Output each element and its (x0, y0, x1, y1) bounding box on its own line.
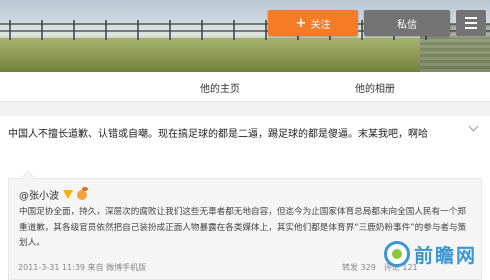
follow-label: 关注 (310, 19, 331, 31)
repost-count[interactable]: 转发 329 (342, 262, 376, 273)
cover-grass (0, 38, 490, 72)
follow-button[interactable]: + 关注 (268, 10, 358, 36)
watermark-logo-icon (384, 241, 410, 267)
tab-album[interactable]: 他的相册 (355, 80, 395, 95)
profile-tabs: 他的主页 他的相册 (0, 72, 490, 102)
plus-icon: + (295, 15, 307, 31)
message-label: 私信 (397, 19, 417, 31)
post-text: 中国人不擅长道歉、认错或自嘲。现在搞足球的都是二逼，踢足球的都是傻逼。末某我吧，… (8, 129, 428, 140)
menu-icon (465, 17, 477, 19)
section-divider (0, 102, 490, 116)
watermark: 前瞻网 (384, 234, 488, 274)
watermark-text: 前瞻网 (414, 244, 478, 267)
repost-author[interactable]: @张小波 (19, 187, 59, 202)
repost-author-row: @张小波 (19, 186, 88, 202)
message-button[interactable]: 私信 (364, 10, 450, 36)
chevron-down-icon[interactable] (468, 121, 479, 132)
member-badge-icon (77, 186, 88, 200)
cover-banner: + 关注 私信 (0, 0, 490, 72)
verified-icon (63, 190, 73, 199)
tab-home[interactable]: 他的主页 (200, 80, 240, 95)
repost-arrow (20, 170, 36, 186)
menu-button[interactable] (456, 10, 486, 36)
repost-meta: 2011-3-31 11:39 来自 微博手机版 (18, 263, 147, 272)
